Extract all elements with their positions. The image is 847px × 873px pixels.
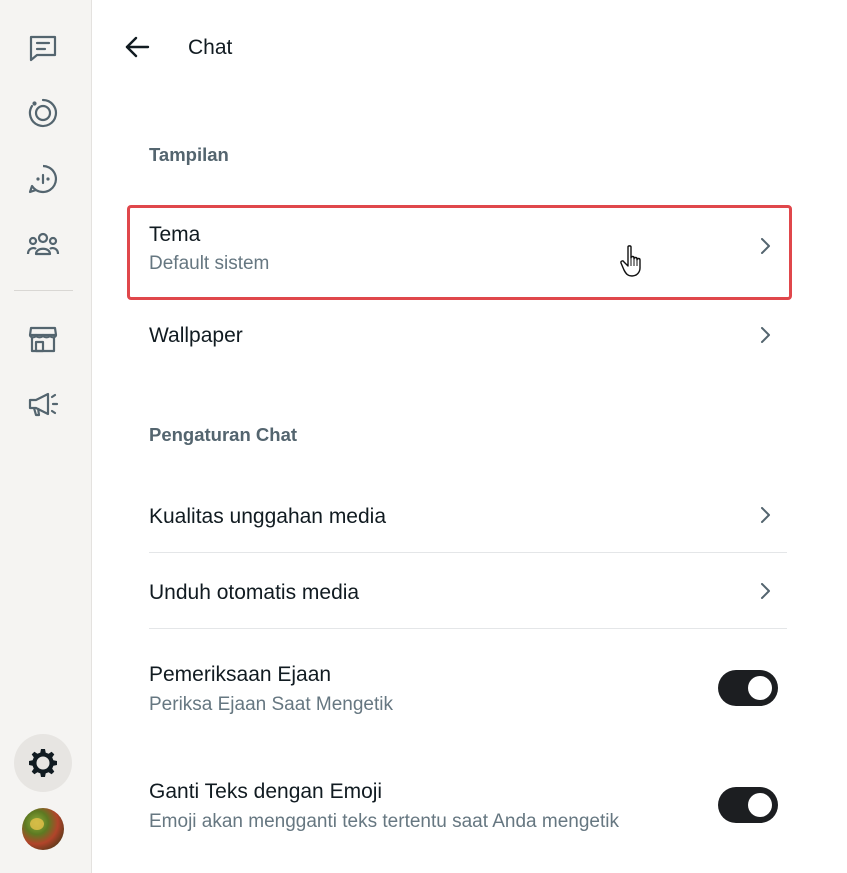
auto-download-row[interactable]: Unduh otomatis media (149, 553, 787, 628)
spell-check-label: Pemeriksaan Ejaan (149, 663, 332, 686)
wallpaper-label: Wallpaper (149, 324, 243, 347)
section-title-chat-settings: Pengaturan Chat (149, 424, 298, 445)
gear-icon (29, 749, 57, 777)
toggle-knob (748, 676, 772, 700)
theme-row[interactable]: Tema Default sistem (149, 210, 787, 294)
emoji-replace-label: Ganti Teks dengan Emoji (149, 780, 383, 803)
wallpaper-row[interactable]: Wallpaper (149, 310, 787, 362)
auto-download-label: Unduh otomatis media (149, 581, 360, 604)
status-button[interactable] (14, 84, 72, 142)
row-divider (149, 628, 787, 629)
emoji-replace-description: Emoji akan mengganti teks tertentu saat … (149, 811, 619, 832)
settings-button[interactable] (14, 734, 72, 792)
catalog-button[interactable] (14, 310, 72, 368)
media-quality-label: Kualitas unggahan media (149, 505, 387, 528)
chevron-right-icon (761, 507, 770, 523)
catalog-icon (28, 326, 58, 353)
ads-button[interactable] (14, 375, 72, 433)
megaphone-icon (28, 392, 59, 417)
theme-value: Default sistem (149, 253, 270, 274)
chats-button[interactable] (14, 18, 72, 76)
navigation-rail (0, 0, 92, 873)
toggle-knob (748, 793, 772, 817)
spell-check-toggle[interactable] (718, 670, 778, 706)
communities-icon (26, 232, 60, 256)
section-title-appearance: Tampilan (149, 144, 229, 165)
chevron-right-icon (761, 238, 770, 254)
theme-label: Tema (149, 223, 201, 246)
chats-icon (29, 35, 57, 62)
media-quality-row[interactable]: Kualitas unggahan media (149, 488, 787, 552)
back-button[interactable] (122, 32, 152, 62)
profile-avatar[interactable] (22, 808, 64, 850)
chevron-right-icon (761, 583, 770, 599)
rail-divider (14, 290, 73, 291)
emoji-replace-row: Ganti Teks dengan Emoji Emoji akan mengg… (149, 766, 787, 846)
channels-icon (28, 164, 58, 194)
chevron-right-icon (761, 327, 770, 343)
status-icon (28, 98, 58, 128)
header: Chat (92, 0, 847, 96)
emoji-replace-toggle[interactable] (718, 787, 778, 823)
page-title: Chat (188, 36, 233, 59)
spell-check-row: Pemeriksaan Ejaan Periksa Ejaan Saat Men… (149, 650, 787, 730)
communities-button[interactable] (14, 215, 72, 273)
arrow-left-icon (125, 36, 150, 58)
channels-button[interactable] (14, 150, 72, 208)
spell-check-description: Periksa Ejaan Saat Mengetik (149, 694, 393, 715)
